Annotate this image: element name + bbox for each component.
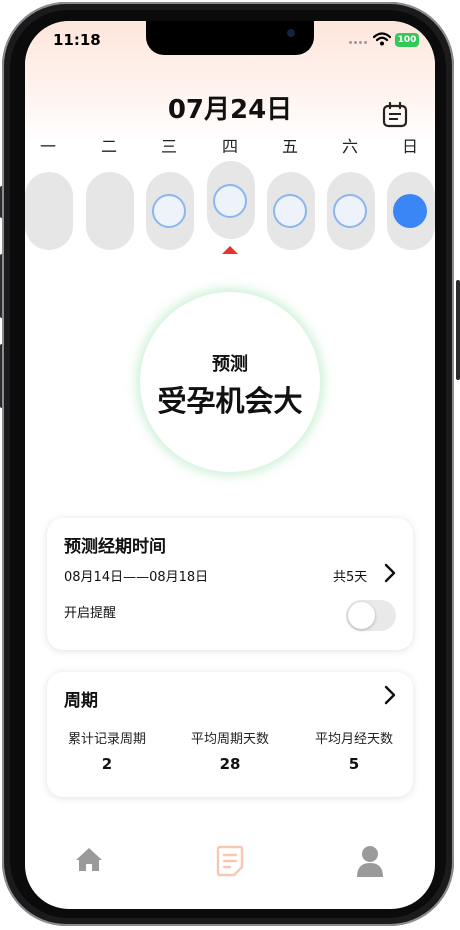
home-icon[interactable]: [75, 847, 103, 873]
day-pill-mon[interactable]: [25, 172, 73, 250]
document-icon[interactable]: [216, 845, 244, 877]
fertile-ring-icon: [152, 194, 186, 228]
ovulation-dot-icon: [393, 194, 427, 228]
cycle-card: 周期 累计记录周期 2 平均周期天数 28 平均月经天数 5: [47, 672, 413, 797]
screen: 11:18 100 07月24日 一 二 三 四 五 六 日 预测 受孕机会大 …: [25, 21, 435, 909]
weekday-wed: 三: [160, 137, 177, 156]
period-prediction-card: 预测经期时间 08月14日——08月18日 共5天 开启提醒: [47, 518, 413, 650]
stat-value: 5: [348, 755, 360, 773]
day-pill-sat[interactable]: [327, 172, 375, 250]
fertile-ring-icon: [273, 194, 307, 228]
weekday-thu: 四: [221, 137, 238, 156]
period-card-title: 预测经期时间: [64, 537, 166, 557]
stat-label: 平均周期天数: [190, 732, 269, 747]
weekday-sat: 六: [341, 137, 358, 156]
stat-value: 2: [101, 755, 113, 773]
period-total-days: 共5天: [333, 570, 368, 585]
stat-average-cycle-days: 平均周期天数 28: [170, 728, 290, 773]
prediction-result: 受孕机会大: [157, 384, 303, 418]
weekday-row: 一 二 三 四 五 六 日: [25, 133, 435, 156]
day-pill-sun[interactable]: [387, 172, 435, 250]
stat-average-period-days: 平均月经天数 5: [294, 728, 414, 773]
weekday-tue: 二: [100, 137, 117, 156]
stat-label: 累计记录周期: [67, 732, 146, 747]
notch: [146, 21, 314, 55]
wifi-icon: [373, 32, 391, 46]
chevron-right-icon[interactable]: [382, 563, 398, 583]
weekday-sun: 日: [401, 137, 418, 156]
day-pill-tue[interactable]: [86, 172, 134, 250]
signal-icon: [349, 38, 369, 44]
stat-value: 28: [219, 755, 241, 773]
chevron-right-icon[interactable]: [382, 685, 398, 705]
weekday-fri: 五: [281, 137, 298, 156]
battery-indicator: 100: [395, 33, 419, 47]
prediction-label: 预测: [212, 354, 248, 375]
calendar-icon[interactable]: [382, 102, 408, 128]
reminder-label: 开启提醒: [64, 606, 117, 621]
stat-label: 平均月经天数: [314, 732, 393, 747]
status-time: 11:18: [53, 31, 101, 49]
cycle-card-title: 周期: [64, 691, 98, 711]
toggle-knob: [348, 602, 375, 629]
person-icon[interactable]: [355, 844, 385, 878]
reminder-toggle[interactable]: [346, 600, 396, 631]
fertile-ring-icon: [333, 194, 367, 228]
stat-recorded-cycles: 累计记录周期 2: [47, 728, 167, 773]
day-pill-thu-selected[interactable]: [207, 161, 255, 239]
day-pill-wed[interactable]: [146, 172, 194, 250]
weekday-mon: 一: [39, 137, 56, 156]
fertile-ring-icon: [213, 184, 247, 218]
day-pill-fri[interactable]: [267, 172, 315, 250]
prediction-circle: 预测 受孕机会大: [140, 292, 320, 472]
period-date-range: 08月14日——08月18日: [64, 570, 209, 585]
power-button: [456, 280, 460, 380]
selected-day-indicator: [222, 246, 238, 254]
page-title-date: 07月24日: [167, 95, 293, 125]
camera-icon: [287, 29, 295, 37]
